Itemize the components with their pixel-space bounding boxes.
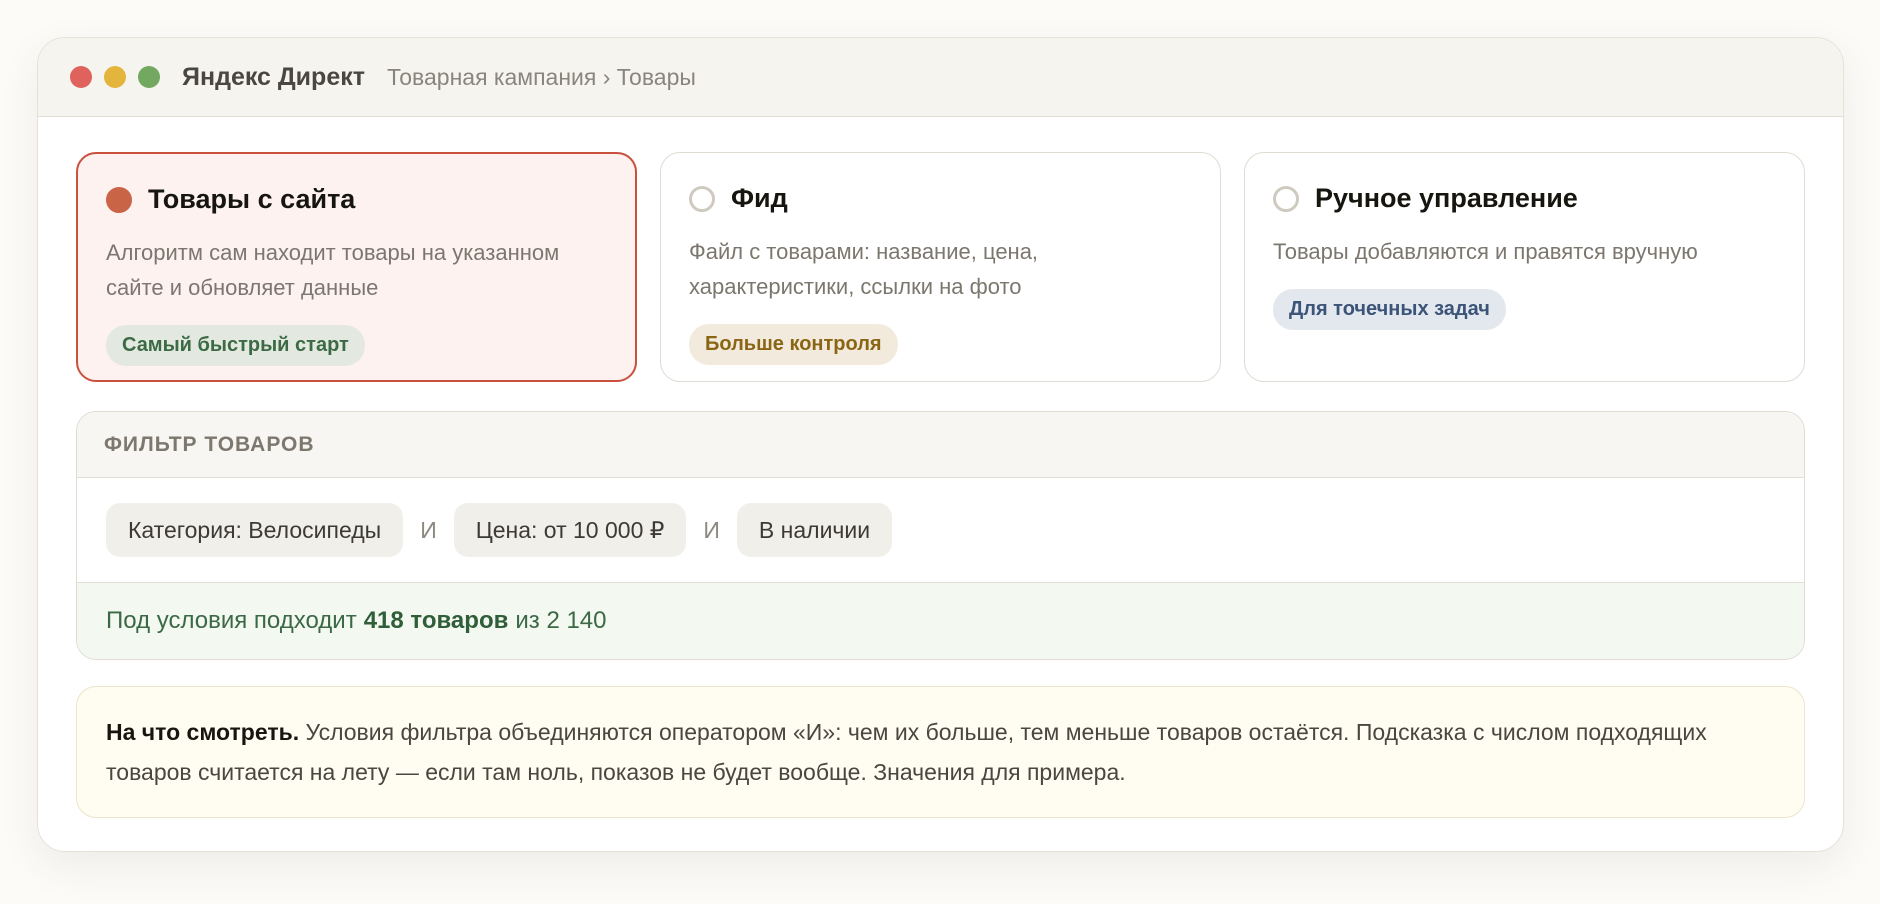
option-badge: Самый быстрый старт <box>106 325 365 366</box>
option-feed[interactable]: Фид Файл с товарами: название, цена, хар… <box>660 152 1221 382</box>
option-title: Ручное управление <box>1315 183 1578 213</box>
result-count: 418 товаров <box>363 607 509 634</box>
option-title: Фид <box>731 183 788 213</box>
option-header: Ручное управление <box>1273 183 1776 214</box>
maximize-window-button[interactable] <box>138 66 160 88</box>
option-header: Фид <box>689 183 1192 214</box>
option-description: Файл с товарами: название, цена, характе… <box>689 239 1039 299</box>
option-title: Товары с сайта <box>148 184 356 214</box>
title-bar: Яндекс Директ Товарная кампания › Товары <box>38 38 1843 117</box>
note-lead: На что смотреть. <box>106 719 300 745</box>
radio-selected-icon[interactable] <box>106 186 132 213</box>
filter-chip-category[interactable]: Категория: Велосипеды <box>106 503 404 557</box>
option-badge: Больше контроля <box>689 324 898 365</box>
result-suffix: из 2 140 <box>515 607 607 634</box>
note-text: Условия фильтра объединяются оператором … <box>106 719 1707 785</box>
info-note: На что смотреть. Условия фильтра объедин… <box>76 686 1805 818</box>
filter-chip-in-stock[interactable]: В наличии <box>736 503 893 557</box>
source-options: Товары с сайта Алгоритм сам находит това… <box>76 152 1805 382</box>
filter-operator: И <box>703 516 720 543</box>
option-badge: Для точечных задач <box>1273 289 1506 330</box>
radio-unselected-icon[interactable] <box>689 185 715 212</box>
option-site-products[interactable]: Товары с сайта Алгоритм сам находит това… <box>76 152 637 382</box>
option-manual[interactable]: Ручное управление Товары добавляются и п… <box>1244 152 1805 382</box>
filter-header: ФИЛЬТР ТОВАРОВ <box>77 412 1804 478</box>
app-window: Яндекс Директ Товарная кампания › Товары… <box>37 37 1844 852</box>
filter-operator: И <box>420 516 437 543</box>
result-prefix: Под условия подходит <box>106 607 357 634</box>
close-window-button[interactable] <box>70 66 92 88</box>
app-title: Яндекс Директ <box>182 62 365 91</box>
minimize-window-button[interactable] <box>104 66 126 88</box>
filter-chip-price[interactable]: Цена: от 10 000 ₽ <box>453 503 687 557</box>
radio-unselected-icon[interactable] <box>1273 185 1299 212</box>
option-description: Товары добавляются и правятся вручную <box>1273 239 1698 264</box>
filter-conditions: Категория: Велосипеды И Цена: от 10 000 … <box>77 478 1804 583</box>
option-header: Товары с сайта <box>106 184 607 215</box>
product-filter-panel: ФИЛЬТР ТОВАРОВ Категория: Велосипеды И Ц… <box>76 411 1805 660</box>
breadcrumb[interactable]: Товарная кампания › Товары <box>387 64 696 91</box>
option-description: Алгоритм сам находит товары на указанном… <box>106 240 560 300</box>
filter-result: Под условия подходит 418 товаров из 2 14… <box>77 583 1804 659</box>
